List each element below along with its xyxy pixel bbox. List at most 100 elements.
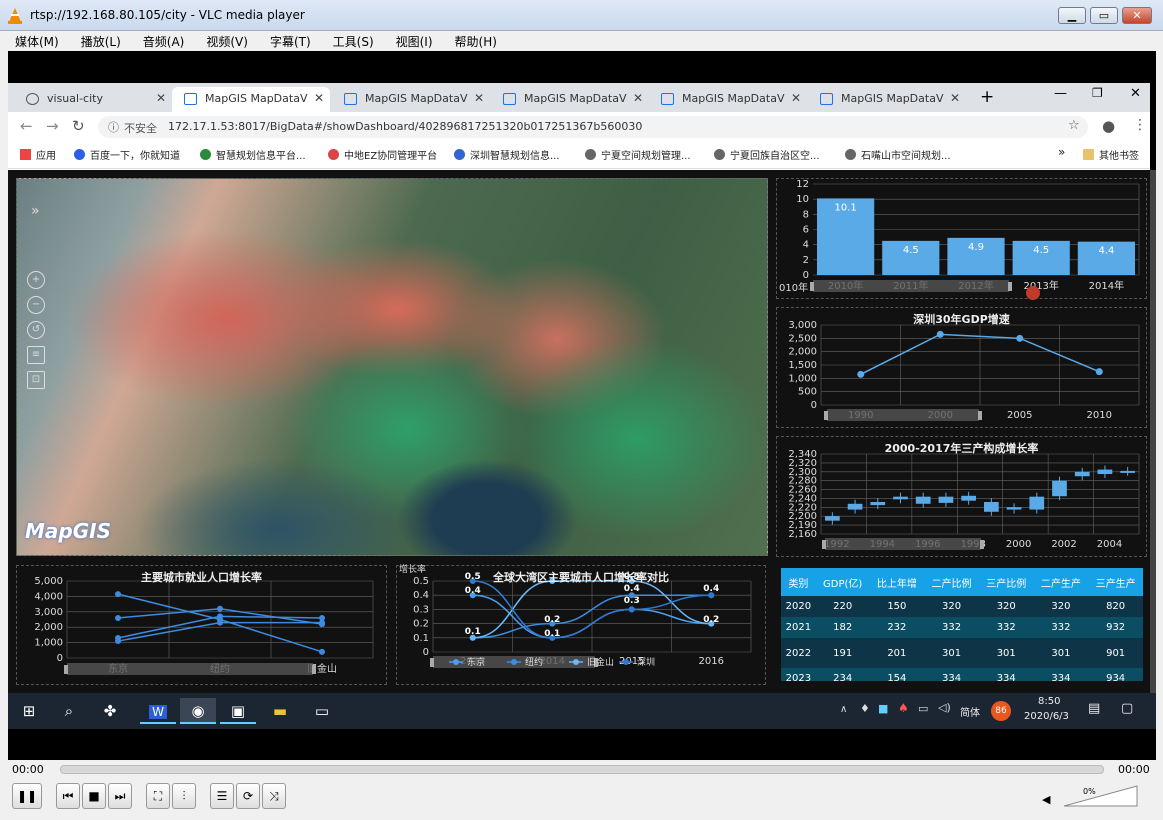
windows-start-icon[interactable]: ⊞ bbox=[11, 698, 47, 724]
forward-icon[interactable]: → bbox=[46, 117, 59, 135]
menu-audio[interactable]: 音频(A) bbox=[128, 31, 192, 50]
layers-icon[interactable]: ≡ bbox=[27, 346, 45, 364]
close-tab-icon[interactable]: ✕ bbox=[156, 91, 166, 105]
battery-icon[interactable]: ▭ bbox=[918, 702, 928, 715]
table-header-row: 类别 GDP(亿) 比上年增 二产比例 三产比例 二产生产 三产生产 bbox=[781, 568, 1143, 596]
tab-label: visual-city bbox=[47, 92, 103, 105]
bookmark-zhongdi[interactable]: 中地EZ协同管理平台 bbox=[328, 147, 437, 162]
population-panel: 全球大湾区主要城市人口增长率对比 增长率 0.5 0.4 0.3 0.2 0.1 0 201… bbox=[396, 565, 766, 685]
bar-data-label: 4.5 bbox=[903, 245, 919, 256]
bookmark-shenzhen[interactable]: 深圳智慧规划信息... bbox=[454, 147, 560, 162]
chart-tab-icon bbox=[820, 93, 833, 105]
close-tab-icon[interactable]: ✕ bbox=[791, 91, 801, 105]
zoom-out-icon[interactable]: − bbox=[27, 296, 45, 314]
menu-subtitle[interactable]: 字幕(T) bbox=[255, 31, 318, 50]
fan-app-icon[interactable]: ✤ bbox=[92, 698, 128, 724]
menu-view[interactable]: 视图(I) bbox=[381, 31, 440, 50]
extended-settings-button[interactable]: ⫶ bbox=[172, 783, 196, 809]
other-bookmarks[interactable]: 其他书签 bbox=[1083, 147, 1139, 162]
menu-media[interactable]: 媒体(M) bbox=[0, 31, 66, 50]
tray-app-icon[interactable]: ■ bbox=[878, 702, 888, 715]
more-bookmarks[interactable]: » bbox=[1058, 145, 1065, 159]
close-tab-icon[interactable]: ✕ bbox=[950, 91, 960, 105]
reset-view-icon[interactable]: ↺ bbox=[27, 321, 45, 339]
fullscreen-button[interactable]: ⛶ bbox=[146, 783, 170, 809]
tab-mapgis-4[interactable]: MapGIS MapDataV ✕ bbox=[649, 87, 807, 112]
menu-playback[interactable]: 播放(L) bbox=[66, 31, 128, 50]
close-tab-icon[interactable]: ✕ bbox=[314, 91, 324, 105]
reload-icon[interactable]: ↻ bbox=[72, 117, 85, 135]
bookmark-shizuishan[interactable]: 石嘴山市空间规划... bbox=[845, 147, 951, 162]
clock-time: 8:50 bbox=[1038, 696, 1061, 707]
file-explorer-icon[interactable]: ▬ bbox=[262, 698, 298, 724]
omnibox[interactable]: ⓘ 不安全 172.17.1.53:8017/BigData#/showDash… bbox=[98, 116, 1088, 138]
info-icon[interactable]: ⓘ bbox=[108, 119, 119, 135]
tab-mapgis-2[interactable]: MapGIS MapDataV ✕ bbox=[332, 87, 490, 112]
playlist-button[interactable]: ☰ bbox=[210, 783, 234, 809]
bookmark-apps[interactable]: 应用 bbox=[20, 147, 56, 162]
stop-button[interactable]: ■ bbox=[82, 783, 106, 809]
wps-icon[interactable]: W bbox=[140, 698, 176, 724]
next-button[interactable]: ⏭ bbox=[108, 783, 132, 809]
tray-app-icon-2[interactable]: ♠ bbox=[898, 701, 909, 715]
expand-toggle[interactable]: » bbox=[31, 203, 40, 219]
browser-restore-button[interactable]: ❐ bbox=[1092, 86, 1103, 100]
notes-icon[interactable]: ▤ bbox=[1088, 701, 1100, 716]
loop-button[interactable]: ⟳ bbox=[236, 783, 260, 809]
previous-button[interactable]: ⏮ bbox=[56, 783, 80, 809]
city-map[interactable]: » + − ↺ ≡ ⊡ MapGIS bbox=[16, 178, 768, 556]
minimize-button[interactable]: ▁ bbox=[1058, 7, 1086, 24]
camera-icon[interactable]: ▭ bbox=[304, 698, 340, 724]
volume-slider[interactable] bbox=[1064, 784, 1139, 808]
menu-help[interactable]: 帮助(H) bbox=[440, 31, 504, 50]
zoom-in-icon[interactable]: + bbox=[27, 271, 45, 289]
back-icon[interactable]: ← bbox=[20, 117, 33, 135]
maximize-button[interactable]: ▭ bbox=[1090, 7, 1118, 24]
candle-xtick: 2000 bbox=[1006, 539, 1031, 550]
tab-mapgis-1[interactable]: MapGIS MapDataV ✕ bbox=[172, 87, 330, 112]
menu-tools[interactable]: 工具(S) bbox=[318, 31, 381, 50]
close-tab-icon[interactable]: ✕ bbox=[633, 91, 643, 105]
action-center-icon[interactable]: ▢ bbox=[1121, 701, 1133, 716]
volume-icon[interactable]: ◁) bbox=[938, 701, 951, 714]
profile-icon[interactable]: ● bbox=[1102, 117, 1115, 135]
microphone-icon[interactable]: ♦ bbox=[860, 702, 870, 715]
notification-badge[interactable]: 86 bbox=[991, 701, 1011, 721]
chrome-icon[interactable]: ◉ bbox=[180, 698, 216, 724]
speaker-icon[interactable]: ◀ bbox=[1042, 793, 1050, 806]
tab-mapgis-5[interactable]: MapGIS MapDataV ✕ bbox=[808, 87, 966, 112]
windows-taskbar: ⊞ ⌕ ✤ W ◉ ▣ ▬ ▭ ∧ ♦ ■ ♠ ▭ ◁) 简体 86 8:50 … bbox=[8, 693, 1156, 729]
bookmark-baidu[interactable]: 百度一下，你就知道 bbox=[74, 147, 180, 162]
gdp-table: 类别 GDP(亿) 比上年增 二产比例 三产比例 二产生产 三产生产 2020 220 150 3… bbox=[781, 568, 1143, 681]
seek-bar[interactable] bbox=[60, 765, 1104, 774]
emp-ytick: 0 bbox=[57, 653, 63, 664]
close-tab-icon[interactable]: ✕ bbox=[474, 91, 484, 105]
tray-chevron-icon[interactable]: ∧ bbox=[840, 704, 847, 715]
close-button[interactable]: ✕ bbox=[1122, 7, 1152, 24]
page-scrollbar[interactable] bbox=[1150, 170, 1156, 693]
star-icon[interactable]: ☆ bbox=[1068, 118, 1080, 133]
bookmark-ningxia-2[interactable]: 宁夏回族自治区空... bbox=[714, 147, 820, 162]
candle bbox=[915, 496, 931, 504]
bookmark-zhihui[interactable]: 智慧规划信息平台... bbox=[200, 147, 306, 162]
dashboard: » + − ↺ ≡ ⊡ MapGIS 12108642010.12010年4.5… bbox=[8, 170, 1156, 693]
tab-mapgis-3[interactable]: MapGIS MapDataV ✕ bbox=[491, 87, 649, 112]
browser-minimize-button[interactable]: — bbox=[1054, 86, 1067, 101]
menu-dots-icon[interactable]: ⋮ bbox=[1133, 117, 1147, 133]
tab-visual-city[interactable]: visual-city ✕ bbox=[14, 87, 172, 112]
menu-video[interactable]: 视频(V) bbox=[191, 31, 255, 50]
col-tertiary-ratio: 三产比例 bbox=[978, 568, 1034, 596]
fullscreen-icon[interactable]: ⊡ bbox=[27, 371, 45, 389]
pause-button[interactable]: ❚❚ bbox=[12, 783, 42, 809]
chart-tab-icon bbox=[344, 93, 357, 105]
browser-close-button[interactable]: ✕ bbox=[1130, 86, 1141, 101]
bar-data-label: 4.4 bbox=[1098, 246, 1114, 257]
search-icon[interactable]: ⌕ bbox=[51, 698, 87, 724]
remote-desktop-icon[interactable]: ▣ bbox=[220, 698, 256, 724]
ime-label[interactable]: 简体 bbox=[960, 704, 980, 719]
shuffle-button[interactable]: ⤨ bbox=[262, 783, 286, 809]
bookmark-ningxia-1[interactable]: 宁夏空间规划管理... bbox=[585, 147, 691, 162]
browser-window: visual-city ✕ MapGIS MapDataV ✕ MapGIS Map… bbox=[8, 83, 1150, 170]
url-text[interactable]: 172.17.1.53:8017/BigData#/showDashboard/… bbox=[168, 120, 642, 133]
new-tab-button[interactable]: + bbox=[980, 87, 994, 107]
